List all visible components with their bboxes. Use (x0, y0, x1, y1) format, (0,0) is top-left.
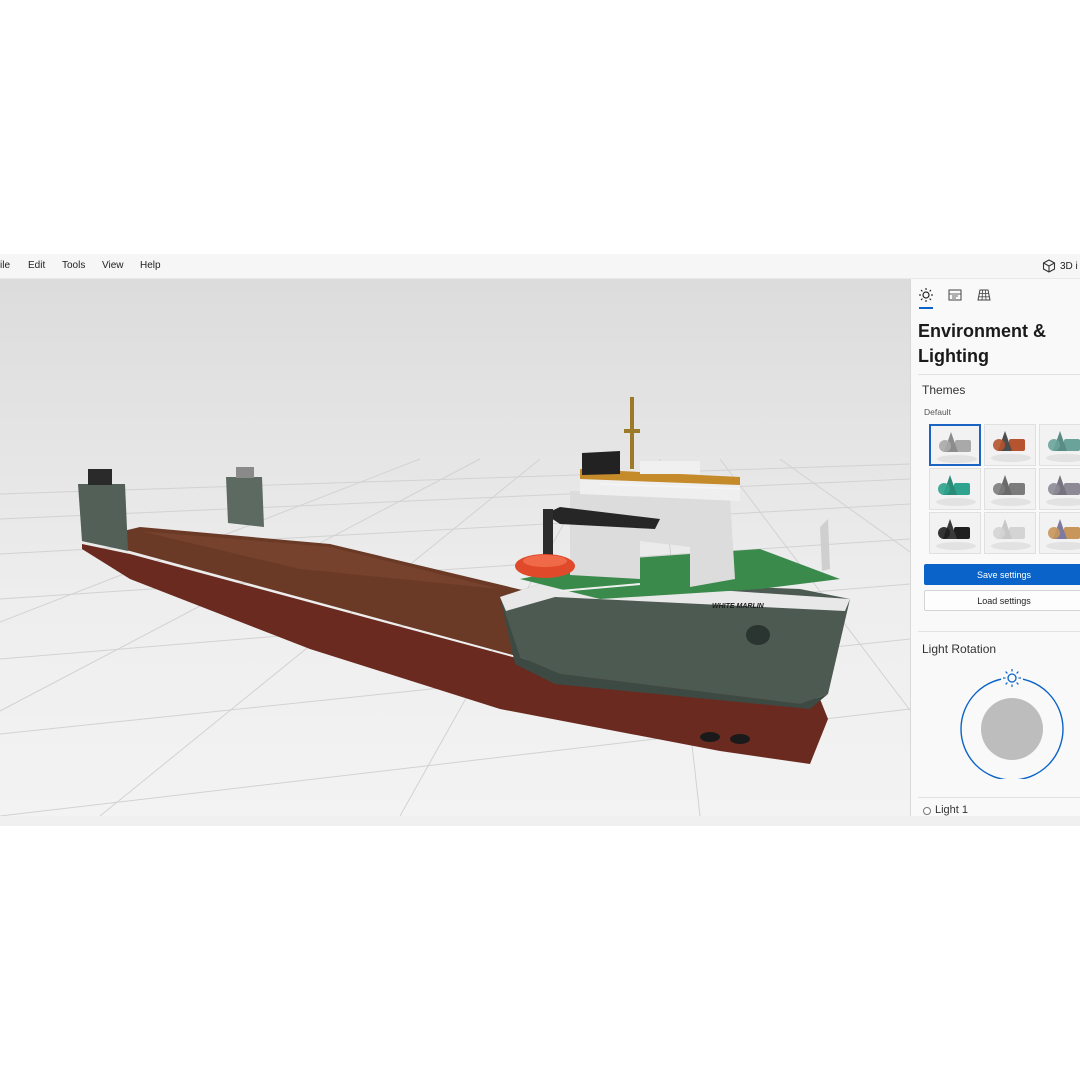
3d-viewport[interactable]: WHITE MARLIN (0, 279, 910, 816)
theme-tile[interactable] (984, 424, 1036, 466)
menu-tools[interactable]: Tools (62, 260, 85, 271)
divider (918, 374, 1080, 375)
status-strip (0, 816, 1080, 826)
light-rotation-dial[interactable] (957, 669, 1067, 779)
menu-edit[interactable]: Edit (28, 260, 45, 271)
cube-icon (1042, 259, 1056, 273)
theme-tile[interactable] (929, 468, 981, 510)
stats-icon (948, 289, 962, 301)
divider (918, 797, 1080, 798)
themes-sublabel: Default (924, 407, 951, 417)
theme-tile[interactable] (1039, 424, 1080, 466)
menu-bar: ile Edit Tools View Help 3D i (0, 254, 1080, 279)
light-1-label: Light 1 (935, 804, 969, 816)
hull-name-text: WHITE MARLIN (712, 603, 765, 610)
app-window: ile Edit Tools View Help 3D i WHITE MARL… (0, 254, 1080, 826)
menu-file[interactable]: ile (0, 260, 10, 271)
mode-label: 3D i (1060, 260, 1078, 272)
side-panel: Environment & Lighting Themes Default Sa… (910, 279, 1080, 816)
tab-stats[interactable] (947, 287, 963, 303)
theme-tile[interactable] (1039, 468, 1080, 510)
theme-tile[interactable] (984, 512, 1036, 554)
menu-view[interactable]: View (102, 260, 124, 271)
themes-heading: Themes (922, 383, 966, 397)
mode-switch[interactable]: 3D i (1042, 258, 1080, 274)
theme-tile[interactable] (929, 424, 981, 466)
menu-help[interactable]: Help (140, 260, 161, 271)
save-settings-button[interactable]: Save settings (924, 564, 1080, 585)
light-sun-handle-icon[interactable] (1001, 669, 1023, 689)
load-settings-button[interactable]: Load settings (924, 590, 1080, 611)
light-1-radio[interactable] (923, 807, 931, 815)
ship-model[interactable] (78, 397, 850, 764)
panel-title: Environment & Lighting (918, 321, 1047, 366)
tab-environment[interactable] (918, 287, 934, 303)
theme-tile[interactable] (1039, 512, 1080, 554)
theme-tile[interactable] (929, 512, 981, 554)
theme-tile[interactable] (984, 468, 1036, 510)
light-rotation-heading: Light Rotation (922, 642, 997, 656)
divider (918, 631, 1080, 632)
active-tab-indicator (919, 307, 933, 309)
tab-mesh[interactable] (976, 287, 992, 303)
grid-icon (977, 289, 991, 301)
sun-icon (919, 288, 933, 302)
